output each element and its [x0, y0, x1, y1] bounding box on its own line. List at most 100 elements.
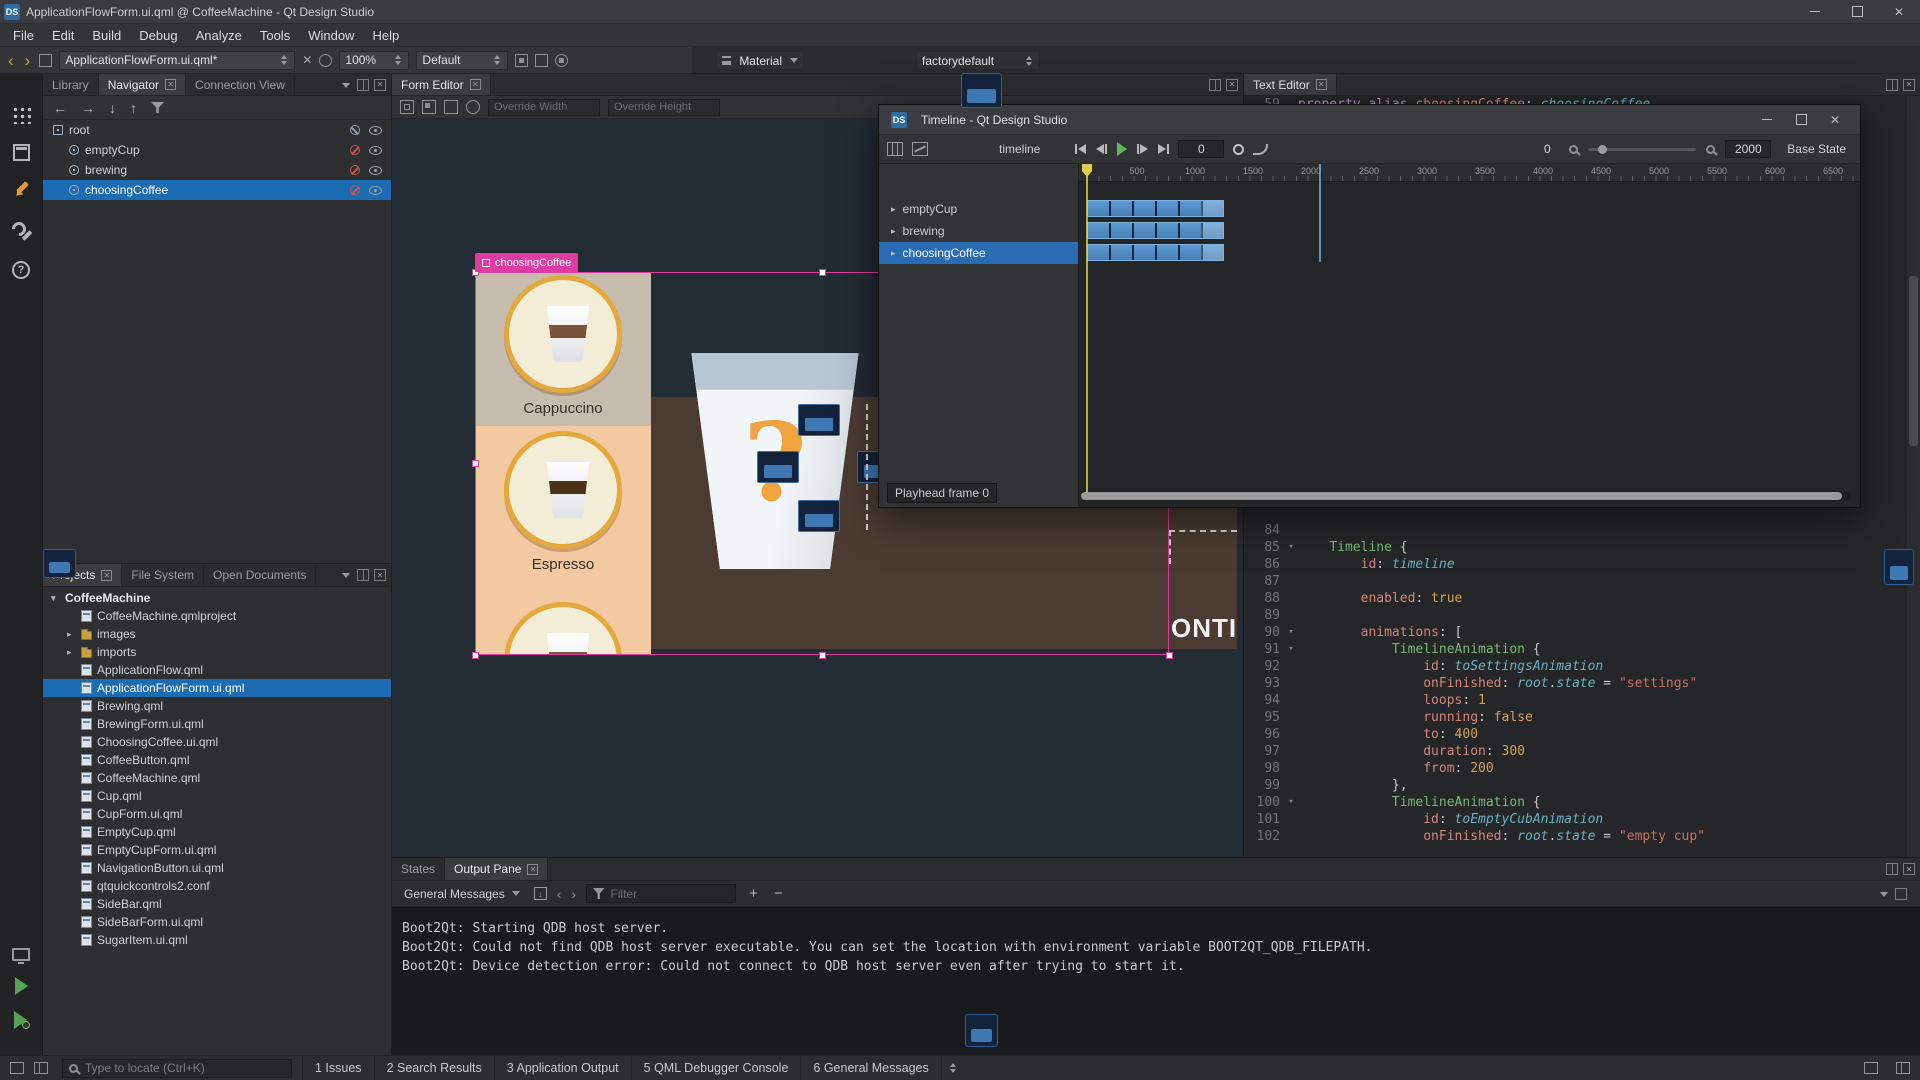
help-mode-icon[interactable]	[12, 261, 30, 279]
panel-tab[interactable]: States	[392, 858, 445, 880]
frames-icon[interactable]	[535, 54, 548, 67]
keyframe-bar[interactable]	[1087, 200, 1224, 217]
menu-item[interactable]: Analyze	[187, 24, 251, 46]
end-frame-field[interactable]: 2000	[1725, 140, 1771, 158]
scrollbar-thumb[interactable]	[1081, 492, 1842, 500]
chevron-down-icon[interactable]	[340, 569, 352, 581]
resize-handle[interactable]	[1166, 652, 1173, 659]
split-icon[interactable]	[1886, 863, 1898, 875]
close-panel-icon[interactable]	[1903, 79, 1915, 91]
keyframe-bar[interactable]	[1087, 222, 1224, 239]
expand-arrow-icon[interactable]: ▸	[891, 226, 896, 237]
keyframe-bar[interactable]	[1087, 244, 1224, 261]
timeline-ruler[interactable]: 5001000150020002500300035004000450050005…	[1079, 164, 1860, 182]
minimize-button[interactable]	[1794, 0, 1836, 23]
split-icon[interactable]	[357, 79, 369, 91]
project-file-row[interactable]: BrewingForm.ui.qml	[43, 715, 391, 733]
menu-item[interactable]: Build	[83, 24, 130, 46]
split-icon[interactable]	[357, 569, 369, 581]
export-toggle-icon[interactable]	[350, 125, 360, 135]
kit-device-icon[interactable]	[12, 948, 30, 961]
next-frame-button[interactable]	[1137, 144, 1148, 154]
output-pane-toggle[interactable]: 6 General Messages	[800, 1056, 941, 1080]
resize-handle[interactable]	[472, 652, 479, 659]
override-width-field[interactable]	[488, 99, 600, 116]
project-file-row[interactable]: CoffeeMachine.qml	[43, 769, 391, 787]
panel-tab[interactable]: Form Editor	[392, 74, 491, 95]
expand-arrow-icon[interactable]: ▾	[51, 593, 60, 604]
current-frame-field[interactable]: 0	[1178, 140, 1224, 158]
selection-label[interactable]: choosingCoffee	[475, 253, 578, 272]
project-file-row[interactable]: SideBarForm.ui.qml	[43, 913, 391, 931]
project-file-row[interactable]: EmptyCup.qml	[43, 823, 391, 841]
go-to-end-button[interactable]	[1158, 144, 1169, 154]
task-list-icon[interactable]	[1864, 1062, 1878, 1074]
output-filter[interactable]	[586, 884, 736, 903]
navigator-item[interactable]: brewing	[43, 160, 391, 180]
menu-item[interactable]: Help	[363, 24, 408, 46]
zoom-out-button[interactable]: −	[771, 885, 786, 902]
panel-tab[interactable]: Connection View	[186, 74, 295, 95]
output-log[interactable]: Boot2Qt: Starting QDB host server.Boot2Q…	[392, 907, 1920, 1055]
timeline-track[interactable]: ▸ choosingCoffee	[879, 242, 1078, 264]
expand-arrow-icon[interactable]: ▸	[891, 248, 896, 259]
panel-tab[interactable]: Text Editor	[1244, 74, 1337, 95]
zoom-in-button[interactable]: +	[746, 885, 761, 902]
locator-field[interactable]	[62, 1059, 292, 1078]
live-preview-icon[interactable]	[319, 54, 332, 67]
progress-icon[interactable]	[1896, 1062, 1910, 1074]
menu-item[interactable]: Window	[299, 24, 363, 46]
previous-frame-button[interactable]	[1096, 144, 1107, 154]
expand-arrow-icon[interactable]: ▸	[67, 629, 76, 640]
kit-selector[interactable]: factorydefault	[916, 51, 1040, 70]
minimize-button[interactable]	[1750, 105, 1784, 134]
expand-arrow-icon[interactable]: ▸	[891, 204, 896, 215]
snap-tool-icon[interactable]	[466, 100, 480, 114]
tab-close-icon[interactable]	[1316, 79, 1327, 90]
project-file-row[interactable]: ApplicationFlow.qml	[43, 661, 391, 679]
timeline-name[interactable]: timeline	[999, 142, 1040, 156]
close-document-icon[interactable]: ✕	[302, 53, 312, 67]
navigator-item[interactable]: emptyCup	[43, 140, 391, 160]
debug-run-button[interactable]	[14, 1011, 28, 1029]
move-right-icon[interactable]: →	[81, 100, 95, 116]
timeline-title-bar[interactable]: DS Timeline - Qt Design Studio ✕	[879, 105, 1860, 135]
export-toggle-icon[interactable]	[350, 185, 360, 195]
close-button[interactable]: ✕	[1818, 105, 1852, 134]
timeline-zoom-slider[interactable]	[1588, 148, 1696, 151]
project-file-row[interactable]: CoffeeButton.qml	[43, 751, 391, 769]
override-height-field[interactable]	[608, 99, 720, 116]
animation-settings-icon[interactable]	[912, 142, 928, 156]
expand-panel-icon[interactable]	[1895, 888, 1907, 900]
close-panel-icon[interactable]	[1226, 79, 1238, 91]
project-file-row[interactable]: ▸ images	[43, 625, 391, 643]
tools-mode-icon[interactable]	[11, 221, 31, 241]
project-file-row[interactable]: ChoosingCoffee.ui.qml	[43, 733, 391, 751]
move-down-icon[interactable]: ↓	[109, 100, 116, 116]
timeline-track-area[interactable]: 5001000150020002500300035004000450050005…	[1079, 164, 1860, 507]
zoom-out-icon[interactable]	[1569, 145, 1578, 154]
move-up-icon[interactable]: ↑	[130, 100, 137, 116]
project-file-row[interactable]: NavigationButton.ui.qml	[43, 859, 391, 877]
edit-mode-icon[interactable]	[13, 144, 30, 161]
output-pane-toggle[interactable]: 5 QML Debugger Console	[631, 1056, 801, 1080]
output-channel-selector[interactable]: General Messages	[400, 884, 524, 904]
project-file-row[interactable]: ApplicationFlowForm.ui.qml	[43, 679, 391, 697]
export-toggle-icon[interactable]	[350, 165, 360, 175]
project-file-row[interactable]: SugarItem.ui.qml	[43, 931, 391, 949]
prev-item-icon[interactable]: ‹	[557, 886, 562, 902]
menu-item[interactable]: Tools	[251, 24, 299, 46]
filter-input[interactable]	[610, 887, 729, 901]
menu-item[interactable]: Debug	[130, 24, 186, 46]
pane-up-down-icon[interactable]	[950, 1062, 958, 1074]
project-file-row[interactable]: EmptyCupForm.ui.qml	[43, 841, 391, 859]
menu-item[interactable]: Edit	[43, 24, 83, 46]
export-icon[interactable]	[515, 54, 528, 67]
output-pane-toggle[interactable]: 2 Search Results	[374, 1056, 494, 1080]
timeline-settings-icon[interactable]	[887, 142, 903, 156]
curve-picker-icon[interactable]	[1253, 144, 1268, 155]
move-left-icon[interactable]: ←	[53, 100, 67, 116]
tab-close-icon[interactable]	[101, 570, 112, 581]
timeline-track[interactable]: ▸ emptyCup	[879, 198, 1078, 220]
project-file-row[interactable]: CoffeeMachine.qmlproject	[43, 607, 391, 625]
